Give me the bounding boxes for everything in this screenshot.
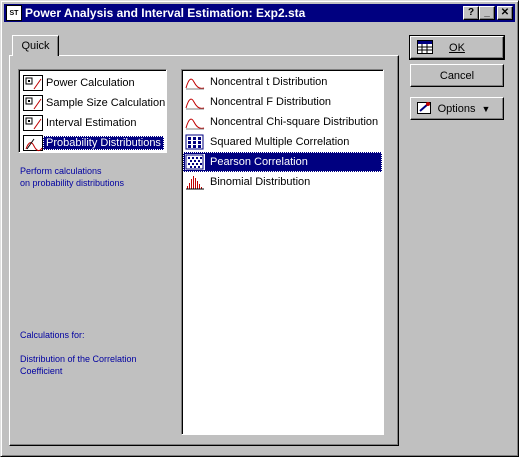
options-icon xyxy=(417,102,431,114)
distribution-item-noncentral-chi-square[interactable]: Noncentral Chi-square Distribution xyxy=(183,112,382,132)
table-icon xyxy=(417,40,433,54)
minimize-button[interactable]: _ xyxy=(479,6,495,20)
power-calc-icon xyxy=(23,75,43,91)
ok-label: OK xyxy=(449,41,465,54)
category-label: Interval Estimation xyxy=(46,117,137,129)
curve-icon xyxy=(185,78,205,90)
dropdown-arrow-icon: ▼ xyxy=(481,103,491,114)
probability-distributions-icon xyxy=(23,135,43,152)
ok-button[interactable]: OK xyxy=(409,35,505,60)
distribution-list[interactable]: Noncentral t Distribution Noncentral F D… xyxy=(181,69,384,435)
title-bar[interactable]: ST Power Analysis and Interval Estimatio… xyxy=(4,4,515,22)
curve-icon xyxy=(185,118,205,130)
category-item-interval-estimation[interactable]: Interval Estimation xyxy=(21,113,164,133)
category-item-sample-size-calculation[interactable]: Sample Size Calculation xyxy=(21,93,165,113)
category-label: Sample Size Calculation xyxy=(46,97,166,109)
calc-for-info: Calculations for: Distribution of the Co… xyxy=(20,329,137,377)
calc-for-line: Coefficient xyxy=(20,366,63,376)
distribution-label: Noncentral F Distribution xyxy=(210,96,332,108)
cancel-label: Cancel xyxy=(439,69,475,82)
title-buttons: ? _ ✕ xyxy=(463,6,513,20)
distribution-item-pearson-correlation[interactable]: Pearson Correlation xyxy=(183,152,382,172)
window-title: Power Analysis and Interval Estimation: … xyxy=(25,6,306,20)
category-list[interactable]: Power Calculation Sample Size Calculatio… xyxy=(18,69,167,153)
help-button[interactable]: ? xyxy=(463,6,479,20)
description-line: Perform calculations xyxy=(20,166,102,176)
distribution-label: Squared Multiple Correlation xyxy=(210,136,350,148)
sample-size-icon xyxy=(23,95,43,111)
distribution-item-noncentral-t[interactable]: Noncentral t Distribution xyxy=(183,72,382,92)
interval-estimation-icon xyxy=(23,115,43,131)
distribution-label: Noncentral Chi-square Distribution xyxy=(210,116,379,128)
tab-quick[interactable]: Quick xyxy=(12,35,59,56)
cancel-button[interactable]: Cancel xyxy=(410,64,504,87)
category-label: Power Calculation xyxy=(46,77,135,89)
tab-quick-label: Quick xyxy=(21,40,50,52)
distribution-label: Noncentral t Distribution xyxy=(210,76,328,88)
dialog-window: ST Power Analysis and Interval Estimatio… xyxy=(0,0,519,457)
close-button[interactable]: ✕ xyxy=(497,6,513,20)
histogram-icon xyxy=(186,176,204,190)
category-description: Perform calculations on probability dist… xyxy=(20,165,124,189)
distribution-item-noncentral-f[interactable]: Noncentral F Distribution xyxy=(183,92,382,112)
distribution-label: Pearson Correlation xyxy=(210,156,308,168)
options-label: Options xyxy=(437,102,476,115)
category-label: Probability Distributions xyxy=(43,136,164,150)
category-item-probability-distributions[interactable]: Probability Distributions xyxy=(21,133,164,153)
app-icon[interactable]: ST xyxy=(6,5,22,21)
description-line: on probability distributions xyxy=(20,178,125,188)
distribution-item-binomial[interactable]: Binomial Distribution xyxy=(183,172,382,192)
curve-icon xyxy=(185,98,205,110)
grid-icon xyxy=(185,134,204,150)
category-item-power-calculation[interactable]: Power Calculation xyxy=(21,73,164,93)
calc-for-heading: Calculations for: xyxy=(20,330,85,340)
options-button[interactable]: Options ▼ xyxy=(410,97,504,120)
calc-for-line: Distribution of the Correlation xyxy=(20,354,137,364)
distribution-label: Binomial Distribution xyxy=(210,176,311,188)
distribution-item-squared-multiple-correlation[interactable]: Squared Multiple Correlation xyxy=(183,132,382,152)
grid-icon xyxy=(185,154,205,170)
